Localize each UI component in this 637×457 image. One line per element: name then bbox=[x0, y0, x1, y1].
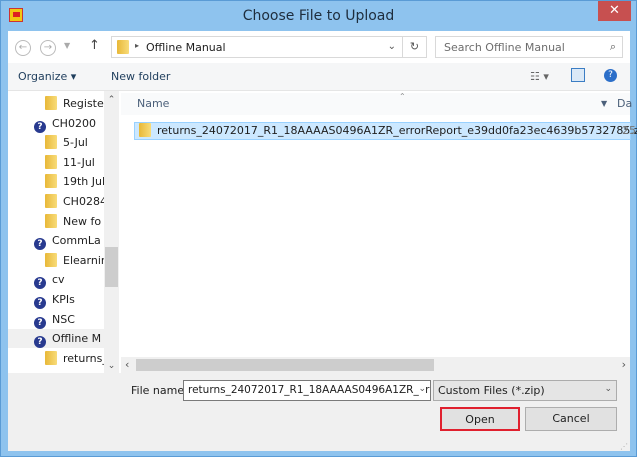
view-options-icon[interactable]: ☷ ▾ bbox=[530, 70, 549, 83]
nav-item-label: CommLa bbox=[52, 234, 101, 248]
folder-zip-icon bbox=[45, 350, 57, 365]
scroll-left-icon[interactable]: ‹ bbox=[125, 358, 129, 371]
dialog-body: ← → ▼ ↑ ▸ Offline Manual ⌄ ↻ Search Offl… bbox=[8, 31, 637, 451]
toolbar: Organize ▾ New folder ☷ ▾ ? bbox=[8, 63, 630, 91]
file-name-value: returns_24072017_R1_18AAAAS0496A1ZR_erro… bbox=[188, 384, 430, 396]
nav-item[interactable]: returns_ bbox=[8, 349, 108, 368]
nav-item-label: CH0284 bbox=[63, 195, 107, 208]
chevron-down-icon[interactable]: ⌄ bbox=[604, 384, 612, 394]
nav-item[interactable]: Registe bbox=[8, 94, 104, 113]
nav-item-label: New fo bbox=[63, 214, 102, 228]
nav-item-label: KPIs bbox=[52, 293, 75, 306]
chevron-down-icon[interactable]: ⌄ bbox=[388, 41, 396, 52]
new-folder-button[interactable]: New folder bbox=[111, 70, 170, 83]
nav-scrollbar[interactable]: ⌃ ⌄ bbox=[104, 91, 119, 373]
folder-zip-icon bbox=[45, 96, 57, 110]
search-icon[interactable]: ⌕ bbox=[610, 40, 616, 54]
horizontal-scroll-thumb[interactable] bbox=[136, 359, 434, 371]
forward-icon[interactable]: → bbox=[40, 40, 56, 56]
file-type-select[interactable]: Custom Files (*.zip) ⌄ bbox=[433, 380, 617, 401]
nav-item[interactable]: 11-Jul bbox=[8, 153, 104, 172]
chevron-down-icon[interactable]: ⌄ bbox=[415, 384, 426, 394]
nav-item-label: CH0200 bbox=[52, 116, 96, 130]
back-icon[interactable]: ← bbox=[15, 40, 31, 56]
preview-pane-icon[interactable] bbox=[571, 68, 585, 82]
nav-item[interactable]: ? Offline M bbox=[8, 329, 104, 349]
organize-button[interactable]: Organize ▾ bbox=[18, 70, 76, 83]
column-header-name[interactable]: Name ⌃ ▼ Da bbox=[121, 92, 632, 115]
nav-item[interactable]: ? CommLa bbox=[8, 231, 104, 251]
question-folder-icon: ? bbox=[34, 336, 46, 349]
file-type-value: Custom Files (*.zip) bbox=[438, 384, 545, 397]
nav-item[interactable]: New fo bbox=[8, 212, 104, 231]
zip-folder-icon bbox=[139, 123, 151, 137]
question-folder-icon: ? bbox=[34, 120, 46, 133]
file-list: Name ⌃ ▼ Da returns_24072017_R1_18AAAAS0… bbox=[121, 91, 637, 373]
address-row: ← → ▼ ↑ ▸ Offline Manual ⌄ ↻ Search Offl… bbox=[8, 31, 630, 63]
nav-item[interactable]: ? cv bbox=[8, 270, 104, 290]
resize-grip-icon[interactable]: ⋰ bbox=[620, 442, 628, 451]
nav-item[interactable]: CH0284 bbox=[8, 192, 107, 211]
folder-icon bbox=[45, 174, 57, 189]
folder-icon bbox=[117, 40, 129, 54]
cancel-button[interactable]: Cancel bbox=[525, 407, 617, 431]
file-name-label: File name: bbox=[131, 384, 188, 397]
folder-zip-icon bbox=[45, 252, 57, 267]
bottom-panel: File name: returns_24072017_R1_18AAAAS04… bbox=[8, 373, 630, 451]
help-icon[interactable]: ? bbox=[604, 69, 617, 82]
scroll-right-icon[interactable]: › bbox=[622, 358, 626, 371]
folder-icon bbox=[45, 194, 57, 208]
recent-dropdown-icon[interactable]: ▼ bbox=[64, 41, 70, 50]
search-input[interactable]: Search Offline Manual ⌕ bbox=[435, 36, 623, 58]
up-icon[interactable]: ↑ bbox=[89, 38, 100, 53]
folder-icon bbox=[45, 213, 57, 228]
file-date: 25 bbox=[622, 124, 636, 137]
nav-item[interactable]: ? KPIs bbox=[8, 290, 104, 309]
nav-item[interactable]: ? NSC bbox=[8, 310, 104, 329]
nav-item-label: 11-Jul bbox=[63, 155, 95, 169]
nav-item-label: 19th Jul bbox=[63, 175, 106, 189]
question-folder-icon: ? bbox=[34, 316, 46, 329]
scroll-down-icon[interactable]: ⌄ bbox=[104, 361, 119, 371]
nav-item-label: cv bbox=[52, 273, 65, 287]
close-button[interactable]: ✕ bbox=[598, 1, 631, 21]
sort-ascending-icon: ⌃ bbox=[399, 92, 406, 101]
breadcrumb-path[interactable]: Offline Manual bbox=[146, 41, 226, 54]
nav-item[interactable]: Elearnir bbox=[8, 251, 106, 270]
column-dropdown-icon[interactable]: ▼ bbox=[601, 93, 607, 115]
file-name-input[interactable]: returns_24072017_R1_18AAAAS0496A1ZR_erro… bbox=[183, 380, 431, 401]
name-column-label: Name bbox=[137, 97, 170, 110]
question-folder-icon: ? bbox=[34, 277, 46, 290]
breadcrumb-arrow-icon[interactable]: ▸ bbox=[135, 41, 139, 50]
refresh-icon[interactable]: ↻ bbox=[403, 36, 427, 58]
file-row[interactable]: returns_24072017_R1_18AAAAS0496A1ZR_erro… bbox=[134, 122, 637, 140]
folder-icon bbox=[45, 135, 57, 150]
dialog-title: Choose File to Upload bbox=[242, 8, 395, 24]
file-upload-dialog: Choose File to Upload ✕ ← → ▼ ↑ ▸ Offlin… bbox=[0, 0, 637, 457]
file-name: returns_24072017_R1_18AAAAS0496A1ZR_erro… bbox=[157, 124, 637, 137]
nav-item-label: 5-Jul bbox=[63, 136, 88, 150]
nav-item-label: Registe bbox=[63, 97, 104, 110]
nav-item-label: returns_ bbox=[63, 351, 108, 365]
question-folder-icon: ? bbox=[34, 238, 46, 251]
nav-item-label: NSC bbox=[52, 312, 75, 326]
nav-item[interactable]: 19th Jul bbox=[8, 172, 106, 191]
address-bar[interactable]: ▸ Offline Manual ⌄ bbox=[111, 36, 403, 58]
open-button[interactable]: Open bbox=[440, 407, 520, 431]
date-column-label[interactable]: Da bbox=[617, 93, 632, 115]
nav-scroll-thumb[interactable] bbox=[105, 247, 118, 287]
nav-item[interactable]: ? CH0200 bbox=[8, 114, 104, 133]
scroll-up-icon[interactable]: ⌃ bbox=[104, 95, 119, 105]
folder-icon bbox=[45, 154, 57, 169]
horizontal-scrollbar[interactable]: ‹ › bbox=[121, 357, 630, 373]
search-placeholder: Search Offline Manual bbox=[444, 41, 565, 54]
question-folder-icon: ? bbox=[34, 297, 46, 309]
nav-item-label: Elearnir bbox=[63, 253, 106, 267]
nav-item[interactable]: 5-Jul bbox=[8, 133, 104, 152]
nav-item-label: Offline M bbox=[52, 332, 102, 346]
